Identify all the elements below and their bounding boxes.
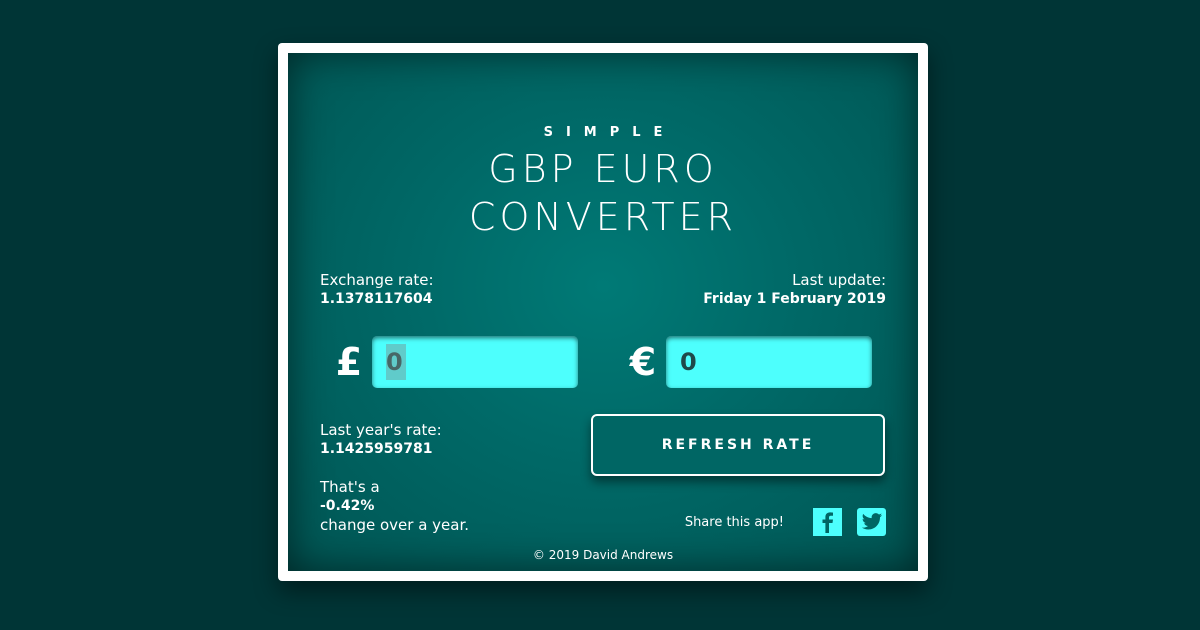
share-label: Share this app! (684, 514, 784, 530)
euro-symbol: € (629, 340, 657, 384)
last-year-rate-label: Last year's rate: (320, 421, 442, 439)
last-year-rate-block: Last year's rate: 1.1425959781 (320, 421, 442, 459)
footer-copyright: © 2019 David Andrews (532, 548, 674, 562)
last-update-value: Friday 1 February 2019 (703, 291, 886, 307)
title-line-2: CONVERTER (468, 195, 738, 239)
title-line-1: GBP EURO (488, 147, 718, 191)
text-selection-highlight (386, 344, 406, 380)
converter-panel: SIMPLE GBP EURO CONVERTER Exchange rate:… (288, 53, 918, 571)
facebook-icon[interactable] (813, 508, 842, 536)
gbp-input-wrapper (372, 336, 578, 388)
exchange-rate-label: Exchange rate: (320, 271, 434, 289)
change-suffix: change over a year. (320, 516, 470, 534)
change-value: -0.42% (320, 498, 375, 514)
exchange-rate-block: Exchange rate: 1.1378117604 (320, 271, 434, 309)
change-prefix: That's a (320, 478, 380, 496)
page-title: GBP EURO CONVERTER (288, 145, 918, 241)
app-frame: SIMPLE GBP EURO CONVERTER Exchange rate:… (278, 43, 928, 581)
pound-symbol: £ (335, 340, 363, 384)
eur-converter: € (620, 335, 872, 389)
twitter-icon[interactable] (857, 508, 886, 536)
last-year-rate-value: 1.1425959781 (320, 441, 433, 457)
exchange-rate-value: 1.1378117604 (320, 291, 433, 307)
change-block: That's a -0.42% change over a year. (320, 478, 469, 535)
last-update-block: Last update: Friday 1 February 2019 (703, 271, 886, 309)
title-kicker: SIMPLE (543, 125, 676, 140)
refresh-rate-button[interactable]: REFRESH RATE (591, 414, 885, 476)
share-block: Share this app! (685, 508, 886, 536)
gbp-converter: £ (326, 335, 578, 389)
last-update-label: Last update: (792, 271, 886, 289)
eur-amount-input[interactable] (666, 336, 872, 388)
